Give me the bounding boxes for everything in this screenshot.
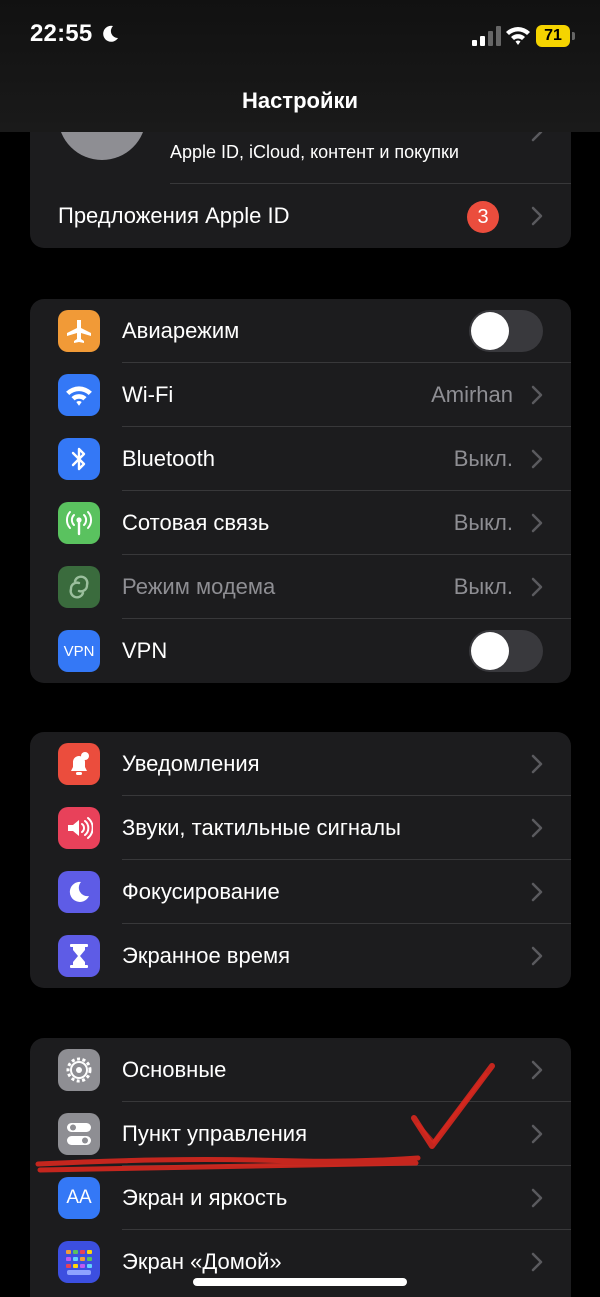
apple-id-subtitle: Apple ID, iCloud, контент и покупки	[170, 142, 459, 162]
screen-time-label: Экранное время	[122, 943, 290, 968]
focus-moon-icon	[103, 25, 118, 42]
general-label: Основные	[122, 1057, 227, 1082]
hourglass-icon	[58, 935, 100, 977]
chevron-right-icon	[531, 577, 543, 597]
hotspot-icon	[58, 566, 100, 608]
battery-level: 71	[536, 25, 570, 47]
personal-hotspot-value: Выкл.	[453, 574, 513, 599]
cellular-icon	[58, 502, 100, 544]
airplane-mode-label: Авиарежим	[122, 318, 240, 343]
focus-label: Фокусирование	[122, 879, 280, 904]
settings-row-airplane-mode[interactable]: Авиарежим	[30, 299, 571, 363]
control-center-icon	[58, 1113, 100, 1155]
gear-icon	[58, 1049, 100, 1091]
settings-row-screen-time[interactable]: Экранное время	[30, 924, 571, 988]
chevron-right-icon	[531, 206, 543, 226]
home-indicator[interactable]	[193, 1278, 407, 1286]
airplane-icon	[58, 310, 100, 352]
control-center-label: Пункт управления	[122, 1121, 308, 1146]
wifi-status-icon	[506, 27, 530, 45]
display-label: Экран и яркость	[122, 1185, 288, 1210]
settings-row-wifi[interactable]: Wi‑Fi Amirhan	[30, 363, 571, 427]
chevron-right-icon	[531, 1188, 543, 1208]
connectivity-group: Авиарежим Wi‑Fi Amirhan Bluetooth Выкл.	[30, 299, 571, 683]
chevron-right-icon	[531, 1252, 543, 1272]
wifi-label: Wi‑Fi	[122, 382, 174, 407]
sounds-icon	[58, 807, 100, 849]
cellular-signal-icon	[472, 26, 501, 46]
chevron-right-icon	[531, 385, 543, 405]
settings-row-cellular[interactable]: Сотовая связь Выкл.	[30, 491, 571, 555]
sounds-label: Звуки, тактильные сигналы	[122, 815, 401, 840]
status-time: 22:55	[30, 20, 93, 47]
cellular-value: Выкл.	[453, 510, 513, 535]
settings-row-focus[interactable]: Фокусирование	[30, 860, 571, 924]
home-screen-icon	[58, 1241, 100, 1283]
bluetooth-label: Bluetooth	[122, 446, 215, 471]
settings-row-personal-hotspot[interactable]: Режим модема Выкл.	[30, 555, 571, 619]
settings-row-sounds[interactable]: Звуки, тактильные сигналы	[30, 796, 571, 860]
settings-row-notifications[interactable]: Уведомления	[30, 732, 571, 796]
page-title: Настройки	[241, 88, 359, 113]
apple-id-suggestions[interactable]: Предложения Apple ID 3	[30, 184, 571, 248]
chevron-right-icon	[531, 513, 543, 533]
settings-row-vpn[interactable]: VPN VPN	[30, 619, 571, 683]
bluetooth-icon	[58, 438, 100, 480]
battery-icon: 71	[536, 25, 576, 47]
bluetooth-value: Выкл.	[453, 446, 513, 471]
focus-moon-icon	[58, 871, 100, 913]
vpn-toggle[interactable]	[469, 630, 543, 672]
chevron-right-icon	[531, 449, 543, 469]
settings-row-display[interactable]: AA Экран и яркость	[30, 1166, 571, 1230]
vpn-icon: VPN	[58, 630, 100, 672]
settings-row-control-center[interactable]: Пункт управления	[30, 1102, 571, 1166]
general-group: Основные Пункт управления AA Экран и ярк…	[30, 1038, 571, 1297]
status-bar: 22:55 71	[0, 0, 600, 72]
display-icon: AA	[58, 1177, 100, 1219]
settings-row-general[interactable]: Основные	[30, 1038, 571, 1102]
notifications-group: Уведомления Звуки, тактильные сигналы Фо…	[30, 732, 571, 988]
chevron-right-icon	[531, 1060, 543, 1080]
notifications-icon	[58, 743, 100, 785]
vpn-label: VPN	[122, 638, 168, 663]
wifi-value: Amirhan	[431, 382, 513, 407]
cellular-label: Сотовая связь	[122, 510, 270, 535]
settings-row-bluetooth[interactable]: Bluetooth Выкл.	[30, 427, 571, 491]
chevron-right-icon	[531, 1124, 543, 1144]
notification-badge: 3	[467, 201, 499, 233]
airplane-mode-toggle[interactable]	[469, 310, 543, 352]
notifications-label: Уведомления	[122, 751, 260, 776]
wifi-icon	[58, 374, 100, 416]
chevron-right-icon	[531, 818, 543, 838]
personal-hotspot-label: Режим модема	[122, 574, 276, 599]
chevron-right-icon	[531, 754, 543, 774]
apple-id-suggestions-label: Предложения Apple ID	[58, 203, 290, 228]
chevron-right-icon	[531, 946, 543, 966]
chevron-right-icon	[531, 882, 543, 902]
navigation-bar: 22:55 71 Настройки	[0, 0, 600, 132]
